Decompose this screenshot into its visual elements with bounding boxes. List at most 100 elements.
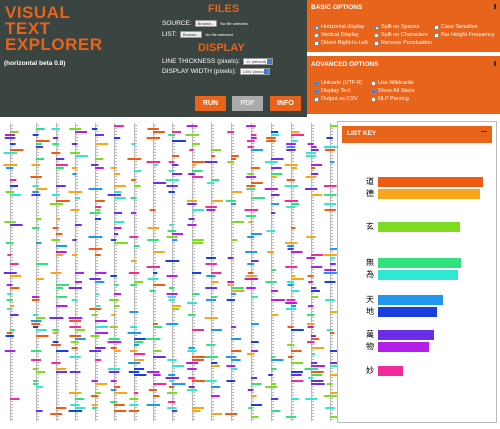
term-hit-mark[interactable] — [114, 197, 126, 199]
term-hit-mark[interactable] — [287, 344, 295, 346]
term-hit-mark[interactable] — [172, 173, 183, 175]
checkbox-icon[interactable] — [314, 88, 319, 94]
term-hit-mark[interactable] — [187, 302, 197, 304]
term-hit-mark[interactable] — [6, 308, 13, 310]
term-hit-mark[interactable] — [153, 323, 158, 325]
term-hit-mark[interactable] — [227, 284, 235, 286]
term-hit-mark[interactable] — [10, 314, 19, 316]
term-hit-mark[interactable] — [130, 350, 138, 352]
term-hit-mark[interactable] — [4, 221, 16, 223]
term-hit-mark[interactable] — [168, 374, 176, 376]
term-hit-mark[interactable] — [168, 287, 175, 289]
term-hit-mark[interactable] — [69, 371, 81, 373]
term-hit-mark[interactable] — [108, 338, 120, 340]
term-hit-mark[interactable] — [130, 197, 137, 199]
term-hit-mark[interactable] — [172, 155, 180, 157]
term-hit-mark[interactable] — [245, 251, 258, 253]
term-hit-mark[interactable] — [130, 212, 137, 214]
term-hit-mark[interactable] — [286, 299, 296, 301]
term-hit-mark[interactable] — [95, 347, 106, 349]
term-hit-mark[interactable] — [31, 323, 41, 325]
term-hit-mark[interactable] — [247, 146, 254, 148]
basic-option[interactable]: Case Sensitive — [434, 24, 478, 30]
term-hit-mark[interactable] — [95, 134, 104, 136]
term-hit-mark[interactable] — [68, 317, 83, 319]
term-hit-mark[interactable] — [311, 347, 325, 349]
term-hit-mark[interactable] — [91, 314, 98, 316]
term-hit-mark[interactable] — [286, 206, 296, 208]
term-hit-mark[interactable] — [134, 170, 142, 172]
term-hit-mark[interactable] — [134, 368, 145, 370]
term-hit-mark[interactable] — [192, 164, 197, 166]
term-hit-mark[interactable] — [306, 152, 316, 154]
term-hit-mark[interactable] — [245, 176, 257, 178]
term-hit-mark[interactable] — [187, 224, 197, 226]
term-hit-mark[interactable] — [291, 227, 296, 229]
term-hit-mark[interactable] — [168, 299, 175, 301]
term-hit-mark[interactable] — [165, 179, 179, 181]
term-hit-mark[interactable] — [95, 383, 108, 385]
term-hit-mark[interactable] — [10, 275, 22, 277]
term-hit-mark[interactable] — [129, 311, 139, 313]
term-hit-mark[interactable] — [311, 383, 325, 385]
term-hit-mark[interactable] — [32, 383, 39, 385]
term-hit-mark[interactable] — [271, 158, 284, 160]
term-hit-mark[interactable] — [6, 299, 13, 301]
term-hit-mark[interactable] — [91, 380, 98, 382]
term-hit-mark[interactable] — [285, 242, 298, 244]
term-hit-mark[interactable] — [227, 131, 235, 133]
term-hit-mark[interactable] — [187, 203, 197, 205]
term-hit-mark[interactable] — [130, 326, 138, 328]
term-hit-mark[interactable] — [134, 359, 145, 361]
radio-icon[interactable] — [314, 32, 319, 38]
term-hit-mark[interactable] — [286, 149, 296, 151]
term-hit-mark[interactable] — [324, 269, 336, 271]
term-hit-mark[interactable] — [56, 218, 61, 220]
term-hit-mark[interactable] — [287, 245, 295, 247]
term-hit-mark[interactable] — [211, 149, 222, 151]
term-hit-mark[interactable] — [52, 137, 59, 139]
term-hit-mark[interactable] — [10, 179, 17, 181]
term-hit-mark[interactable] — [56, 305, 68, 307]
term-hit-mark[interactable] — [56, 251, 67, 253]
term-hit-mark[interactable] — [153, 326, 163, 328]
term-hit-mark[interactable] — [266, 140, 276, 142]
basic-options-scroll-icon[interactable] — [494, 4, 496, 9]
term-hit-mark[interactable] — [108, 368, 121, 370]
term-hit-mark[interactable] — [129, 404, 139, 406]
basic-option[interactable]: Bar Height Frequency — [434, 32, 495, 38]
term-hit-mark[interactable] — [114, 227, 122, 229]
term-hit-mark[interactable] — [32, 227, 40, 229]
term-hit-mark[interactable] — [10, 305, 15, 307]
term-hit-mark[interactable] — [31, 164, 41, 166]
term-hit-mark[interactable] — [192, 356, 206, 358]
term-hit-mark[interactable] — [6, 167, 14, 169]
term-hit-mark[interactable] — [187, 350, 197, 352]
advanced-option[interactable]: Show All Steps — [371, 88, 415, 94]
term-hit-mark[interactable] — [114, 386, 121, 388]
term-hit-mark[interactable] — [36, 143, 42, 145]
term-hit-mark[interactable] — [108, 371, 120, 373]
term-hit-mark[interactable] — [114, 212, 123, 214]
term-hit-mark[interactable] — [271, 359, 284, 361]
term-hit-mark[interactable] — [33, 380, 38, 382]
term-hit-mark[interactable] — [36, 146, 44, 148]
term-hit-mark[interactable] — [206, 209, 216, 211]
term-hit-mark[interactable] — [192, 161, 205, 163]
term-hit-mark[interactable] — [204, 317, 218, 319]
term-hit-mark[interactable] — [68, 287, 82, 289]
term-hit-mark[interactable] — [114, 191, 122, 193]
term-hit-mark[interactable] — [227, 281, 234, 283]
term-hit-mark[interactable] — [146, 137, 161, 139]
term-hit-mark[interactable] — [169, 380, 174, 382]
text-visualization[interactable] — [0, 121, 340, 426]
term-hit-mark[interactable] — [146, 338, 161, 340]
term-hit-mark[interactable] — [134, 344, 139, 346]
term-hit-mark[interactable] — [291, 131, 300, 133]
term-hit-mark[interactable] — [51, 362, 61, 364]
term-hit-mark[interactable] — [246, 188, 256, 190]
term-hit-mark[interactable] — [153, 131, 165, 133]
term-hit-mark[interactable] — [130, 260, 137, 262]
radio-icon[interactable] — [374, 24, 379, 30]
advanced-options-title[interactable]: ADVANCED OPTIONS — [311, 61, 378, 68]
